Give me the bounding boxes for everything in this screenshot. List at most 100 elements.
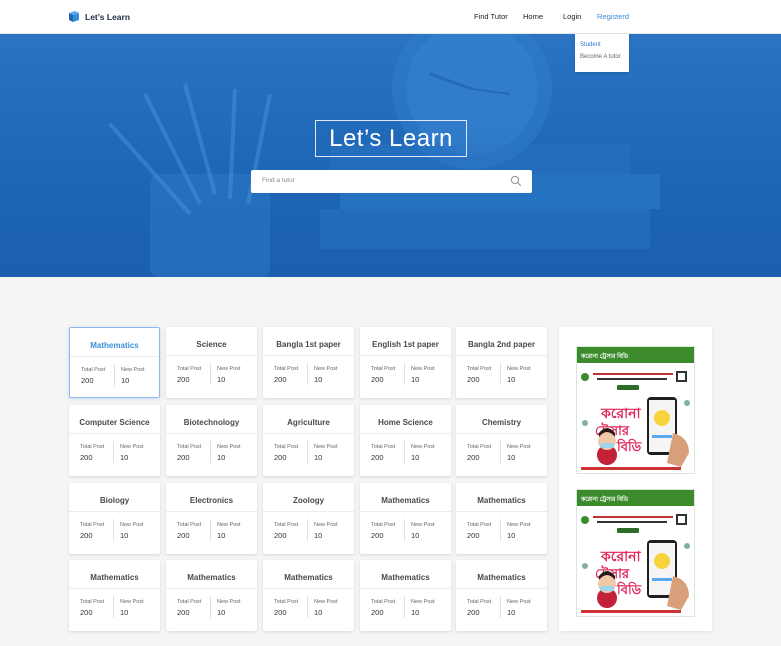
subject-title: Zoology <box>292 496 325 505</box>
subject-card[interactable]: Mathematics Total Post 200 New Post 10 <box>456 483 547 554</box>
subject-card[interactable]: Computer Science Total Post 200 New Post 10 <box>69 405 160 476</box>
new-post-label: New Post <box>314 366 338 372</box>
subject-card[interactable]: English 1st paper Total Post 200 New Post 10 <box>360 327 451 398</box>
total-post-label: Total Post <box>177 444 202 450</box>
new-post-label: New Post <box>314 599 338 605</box>
brand-name: Let’s Learn <box>85 11 131 22</box>
card-divider <box>263 588 354 589</box>
subject-card[interactable]: Biotechnology Total Post 200 New Post 10 <box>166 405 257 476</box>
nav-login[interactable]: Login <box>563 12 581 21</box>
stat-divider <box>404 596 405 618</box>
total-post-value: 200 <box>371 608 384 617</box>
total-post-label: Total Post <box>371 599 396 605</box>
subject-card[interactable]: Mathematics Total Post 200 New Post 10 <box>69 327 160 398</box>
stat-divider <box>307 519 308 541</box>
card-divider <box>263 355 354 356</box>
new-post-label: New Post <box>314 444 338 450</box>
stat-divider <box>210 363 211 385</box>
card-divider <box>166 588 257 589</box>
dropdown-item-become-tutor[interactable]: Become A tutor <box>580 54 621 60</box>
total-post-value: 200 <box>467 608 480 617</box>
search-icon[interactable] <box>510 175 522 187</box>
subject-card[interactable]: Mathematics Total Post 200 New Post 10 <box>360 560 451 631</box>
subject-title: Bangla 2nd paper <box>467 340 536 349</box>
card-divider <box>456 588 547 589</box>
stat-divider <box>500 519 501 541</box>
subject-title: Home Science <box>378 418 433 427</box>
subject-card[interactable]: Bangla 2nd paper Total Post 200 New Post 10 <box>456 327 547 398</box>
top-navbar: Let’s Learn Find Tutor Home Login Regist… <box>0 0 781 34</box>
search-input[interactable]: Find a tutor <box>262 177 295 184</box>
subject-title: Mathematics <box>477 496 526 505</box>
dropdown-item-student[interactable]: Student <box>580 42 601 48</box>
subject-card[interactable]: Science Total Post 200 New Post 10 <box>166 327 257 398</box>
subject-card[interactable]: Mathematics Total Post 200 New Post 10 <box>263 560 354 631</box>
total-post-value: 200 <box>177 531 190 540</box>
total-post-value: 200 <box>274 375 287 384</box>
new-post-value: 10 <box>120 453 129 462</box>
ad-poster[interactable]: করোনা ট্রেসার বিডি করোনা ট্রেসার বিডি <box>576 346 695 474</box>
card-divider <box>456 355 547 356</box>
total-post-value: 200 <box>80 531 93 540</box>
subject-title: Mathematics <box>187 573 236 582</box>
subject-title: Agriculture <box>287 418 330 427</box>
book-stack-icon <box>69 11 79 22</box>
hero-title-box: Let’s Learn <box>315 120 467 157</box>
nav-registered[interactable]: Registerd <box>597 12 629 21</box>
total-post-value: 200 <box>80 453 93 462</box>
total-post-label: Total Post <box>81 367 106 373</box>
new-post-label: New Post <box>411 366 435 372</box>
brand-logo[interactable]: Let’s Learn <box>68 10 130 23</box>
tutor-search-box[interactable]: Find a tutor <box>251 170 532 193</box>
new-post-label: New Post <box>411 522 435 528</box>
subject-card[interactable]: Biology Total Post 200 New Post 10 <box>69 483 160 554</box>
subject-card[interactable]: Home Science Total Post 200 New Post 10 <box>360 405 451 476</box>
stat-divider <box>210 596 211 618</box>
total-post-label: Total Post <box>274 366 299 372</box>
subject-card[interactable]: Agriculture Total Post 200 New Post 10 <box>263 405 354 476</box>
subject-card[interactable]: Chemistry Total Post 200 New Post 10 <box>456 405 547 476</box>
new-post-value: 10 <box>507 453 516 462</box>
card-divider <box>69 433 160 434</box>
ad-sidebar: করোনা ট্রেসার বিডি করোনা ট্রেসার বিডি <box>559 327 712 631</box>
total-post-label: Total Post <box>371 444 396 450</box>
nav-find-tutor[interactable]: Find Tutor <box>474 12 508 21</box>
subject-card[interactable]: Mathematics Total Post 200 New Post 10 <box>69 560 160 631</box>
total-post-value: 200 <box>274 453 287 462</box>
subject-card[interactable]: Mathematics Total Post 200 New Post 10 <box>456 560 547 631</box>
new-post-label: New Post <box>507 522 531 528</box>
subject-card[interactable]: Mathematics Total Post 200 New Post 10 <box>166 560 257 631</box>
new-post-value: 10 <box>120 608 129 617</box>
new-post-label: New Post <box>411 444 435 450</box>
subject-title: Mathematics <box>381 496 430 505</box>
card-divider <box>263 511 354 512</box>
new-post-value: 10 <box>411 453 420 462</box>
new-post-label: New Post <box>120 599 144 605</box>
new-post-label: New Post <box>314 522 338 528</box>
svg-text:বিডি: বিডি <box>616 438 642 455</box>
subject-card[interactable]: Mathematics Total Post 200 New Post 10 <box>360 483 451 554</box>
new-post-value: 10 <box>411 531 420 540</box>
new-post-value: 10 <box>411 608 420 617</box>
stat-divider <box>500 363 501 385</box>
stat-divider <box>404 363 405 385</box>
total-post-value: 200 <box>80 608 93 617</box>
total-post-label: Total Post <box>80 444 105 450</box>
ad-header: করোনা ট্রেসার বিডি <box>577 490 694 506</box>
stat-divider <box>113 596 114 618</box>
subject-title: Computer Science <box>79 418 150 427</box>
subject-title: Chemistry <box>481 418 522 427</box>
subject-card[interactable]: Electronics Total Post 200 New Post 10 <box>166 483 257 554</box>
new-post-label: New Post <box>507 444 531 450</box>
card-divider <box>360 355 451 356</box>
new-post-value: 10 <box>314 608 323 617</box>
card-divider <box>69 588 160 589</box>
new-post-value: 10 <box>314 531 323 540</box>
ad-poster[interactable]: করোনা ট্রেসার বিডি করোনা ট্রেসার বিডি <box>576 489 695 617</box>
stat-divider <box>404 519 405 541</box>
new-post-label: New Post <box>217 444 241 450</box>
subject-card[interactable]: Bangla 1st paper Total Post 200 New Post 10 <box>263 327 354 398</box>
subject-card[interactable]: Zoology Total Post 200 New Post 10 <box>263 483 354 554</box>
subject-title: Mathematics <box>477 573 526 582</box>
nav-home[interactable]: Home <box>523 12 543 21</box>
